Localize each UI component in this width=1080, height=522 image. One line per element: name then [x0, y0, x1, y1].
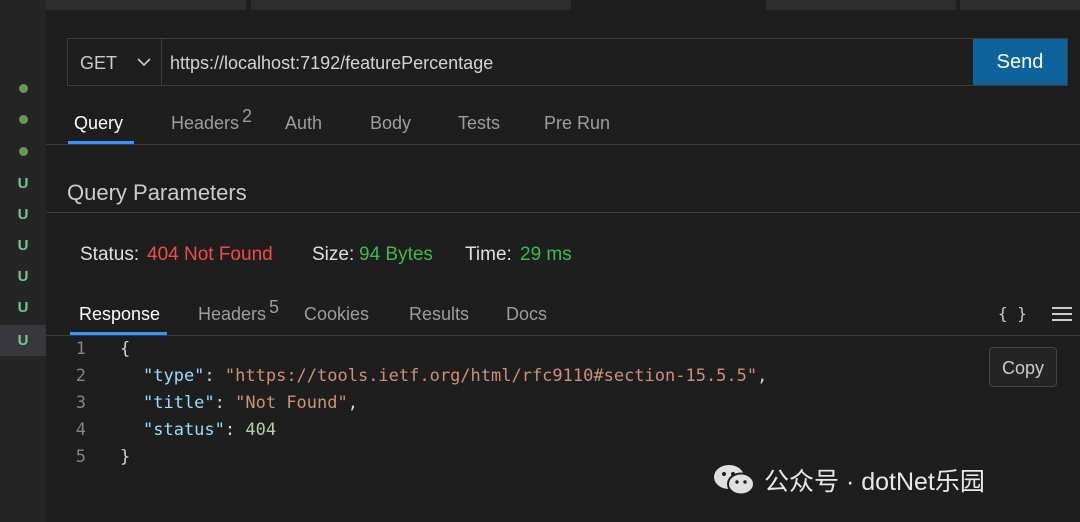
tab-docs[interactable]: Docs: [506, 304, 547, 325]
copy-button[interactable]: Copy: [989, 347, 1057, 387]
tab-body[interactable]: Body: [370, 113, 411, 134]
tab-query[interactable]: Query: [74, 113, 123, 134]
code-text: {: [120, 339, 131, 359]
json-value: "https://tools.ietf.org/html/rfc9110#sec…: [224, 366, 758, 386]
tab-headers-label: Headers: [171, 113, 240, 133]
tab-headers[interactable]: Headers 2: [171, 106, 252, 134]
json-key: "status": [143, 420, 225, 440]
status-dot-icon: [0, 147, 46, 156]
request-url-bar: GET https://localhost:7192/featurePercen…: [67, 38, 1068, 86]
json-key: "type": [143, 366, 205, 386]
json-comma: ,: [347, 393, 358, 413]
tab-tests[interactable]: Tests: [458, 113, 500, 134]
editor-tab[interactable]: [251, 0, 571, 10]
chevron-down-icon: [137, 58, 151, 67]
tab-response[interactable]: Response: [79, 304, 160, 325]
editor-tab[interactable]: [766, 0, 956, 10]
size-label: Size:: [312, 244, 355, 265]
json-key: "title": [143, 393, 215, 413]
untracked-marker: U: [17, 299, 29, 316]
line-number: 1: [75, 339, 86, 359]
untracked-marker: U: [17, 268, 29, 285]
json-colon: :: [204, 366, 225, 386]
line-number: 4: [75, 420, 86, 440]
editor-tab[interactable]: [960, 0, 1080, 10]
watermark: 公众号 · dotNet乐园: [712, 460, 985, 500]
format-json-icon[interactable]: { }: [998, 304, 1027, 323]
json-value: "Not Found": [235, 393, 348, 413]
method-select[interactable]: GET: [68, 39, 162, 85]
editor-tab[interactable]: [46, 0, 246, 10]
divider: [46, 144, 1080, 145]
url-input[interactable]: https://localhost:7192/featurePercentage: [170, 53, 493, 74]
line-number: 2: [75, 366, 86, 386]
tab-results[interactable]: Results: [409, 304, 469, 325]
menu-lines-icon[interactable]: [1052, 307, 1072, 321]
size-value: 94 Bytes: [359, 244, 433, 265]
watermark-text: 公众号 · dotNet乐园: [764, 468, 985, 496]
send-button[interactable]: Send: [973, 39, 1067, 85]
wechat-icon: [714, 465, 755, 496]
untracked-marker: U: [17, 237, 29, 254]
tab-cookies[interactable]: Cookies: [304, 304, 369, 325]
method-value: GET: [80, 53, 118, 73]
untracked-marker: U: [17, 206, 29, 223]
json-colon: :: [224, 420, 246, 440]
status-dot-icon: [0, 84, 46, 93]
time-value: 29 ms: [520, 244, 572, 265]
tab-pre-run[interactable]: Pre Run: [544, 113, 610, 134]
editor-tab-strip: [46, 0, 1080, 10]
json-value: 404: [245, 420, 277, 440]
divider: [46, 335, 1080, 336]
source-control-gutter: U U U U U U: [0, 0, 46, 522]
time-label: Time:: [465, 244, 512, 265]
untracked-marker: U: [17, 175, 29, 192]
status-dot-icon: [0, 115, 46, 124]
query-parameters-heading: Query Parameters: [67, 180, 247, 205]
json-comma: ,: [757, 366, 768, 386]
line-number: 3: [75, 393, 86, 413]
status-value: 404 Not Found: [147, 244, 273, 265]
code-line: 1{: [46, 336, 131, 363]
headers-count-badge: 2: [242, 106, 253, 126]
tab-response-headers-label: Headers: [198, 304, 267, 324]
code-line: 3 "title": "Not Found",: [46, 390, 358, 417]
status-label: Status:: [80, 244, 140, 265]
line-number: 5: [75, 447, 86, 467]
tab-response-headers[interactable]: Headers 5: [198, 297, 279, 325]
response-headers-count-badge: 5: [269, 297, 280, 317]
untracked-marker-selected: U: [0, 325, 46, 356]
code-line: 4 "status": 404: [46, 417, 276, 444]
code-line: 5}: [46, 444, 131, 471]
tab-auth[interactable]: Auth: [285, 113, 322, 134]
code-line: 2 "type": "https://tools.ietf.org/html/rf…: [46, 363, 768, 390]
json-colon: :: [214, 393, 236, 413]
code-text: }: [120, 447, 131, 467]
divider: [46, 212, 1080, 213]
